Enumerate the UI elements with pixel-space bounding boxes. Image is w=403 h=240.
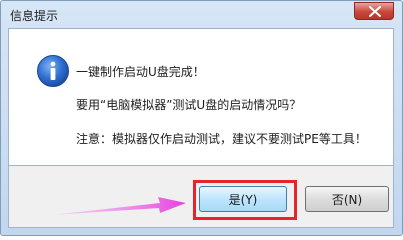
- message-line-2: 要用“电脑模拟器”测试U盘的启动情况吗？: [76, 98, 302, 112]
- info-icon: [37, 55, 69, 87]
- dialog-title: 信息提示: [10, 9, 59, 23]
- message-line-1: 一键制作启动U盘完成！: [76, 65, 205, 79]
- message-line-3: 注意：模拟器仅作启动测试，建议不要测试PE等工具！: [76, 132, 367, 146]
- close-button[interactable]: [354, 2, 394, 20]
- yes-button[interactable]: 是(Y): [199, 186, 287, 212]
- title-bar[interactable]: 信息提示: [1, 1, 402, 28]
- message-area: 一键制作启动U盘完成！ 要用“电脑模拟器”测试U盘的启动情况吗？ 注意：模拟器仅…: [8, 28, 394, 166]
- close-icon: [369, 6, 381, 17]
- no-button[interactable]: 否(N): [305, 186, 389, 212]
